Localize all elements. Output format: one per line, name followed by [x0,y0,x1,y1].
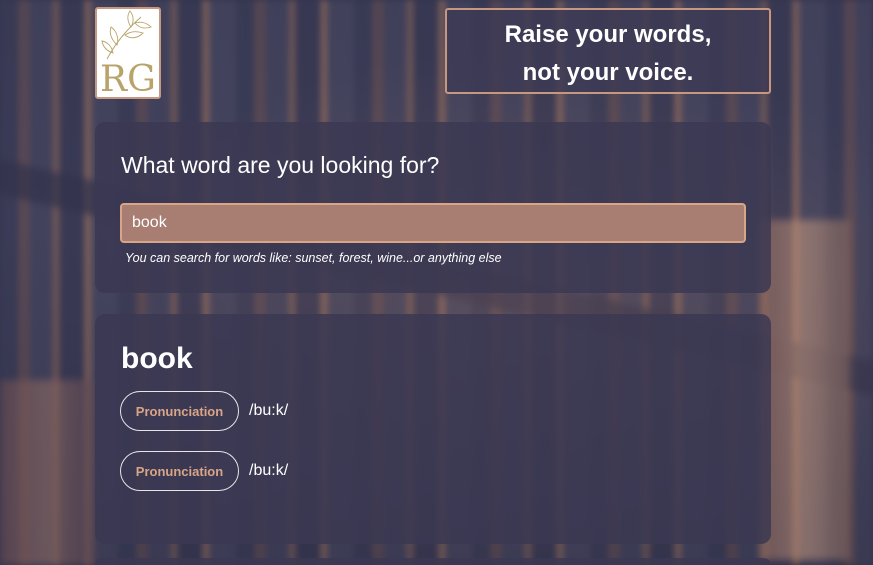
search-section: What word are you looking for? You can s… [95,122,771,293]
search-input[interactable] [120,203,746,243]
site-logo[interactable]: RG [95,7,161,99]
slogan-line: not your voice. [522,59,694,86]
pronunciation-button[interactable]: Pronunciation [120,391,239,431]
result-section: book Pronunciation /bu:k/ Pronunciation … [95,314,771,544]
phonetic-text: /bu:k/ [249,462,289,479]
search-heading: What word are you looking for? [121,152,440,178]
slogan-box: Raise your words, not your voice. [445,8,771,94]
logo-mark-icon: RG [100,10,156,97]
background-highlight [760,220,850,560]
word-title: book [121,342,193,375]
pronunciation-row: Pronunciation /bu:k/ [120,391,288,431]
pronunciation-button[interactable]: Pronunciation [120,451,239,491]
background-highlight [0,380,95,565]
pronunciation-row: Pronunciation /bu:k/ [120,451,288,491]
svg-text:RG: RG [100,59,156,97]
next-section-edge [95,558,771,565]
search-hint: You can search for words like: sunset, f… [125,251,502,265]
slogan-line: Raise your words, [504,21,712,48]
phonetic-text: /bu:k/ [249,402,289,419]
